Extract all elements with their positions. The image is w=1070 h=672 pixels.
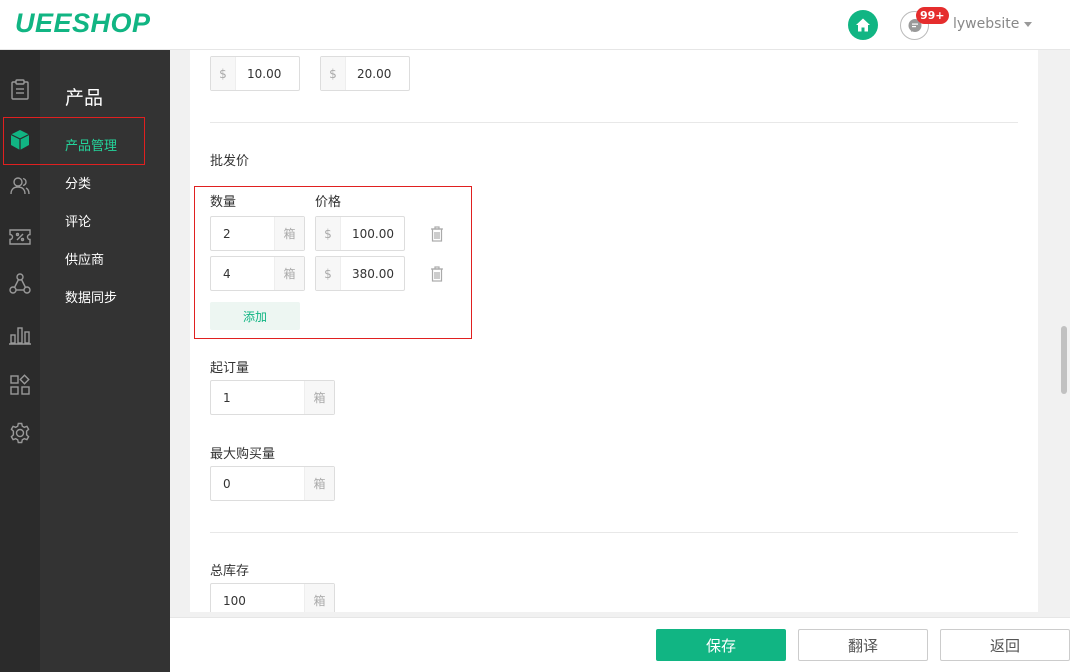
wholesale-label: 批发价 (210, 154, 250, 169)
scrollbar-thumb[interactable] (1061, 326, 1067, 394)
max-qty-value[interactable]: 0 (211, 467, 304, 500)
chevron-down-icon[interactable] (1024, 22, 1032, 27)
discount-icon (9, 229, 31, 245)
submenu-item-reviews[interactable]: 评论 (65, 211, 91, 230)
share-icon (9, 273, 31, 294)
divider (210, 532, 1018, 533)
submenu-item-data-sync[interactable]: 数据同步 (65, 287, 117, 306)
stock-value[interactable]: 100 (211, 584, 304, 612)
price-value[interactable]: 20.00 (346, 57, 409, 90)
moq-label: 起订量 (210, 361, 250, 376)
home-button[interactable] (848, 10, 878, 40)
action-bar: 保存 翻译 返回 (170, 617, 1070, 672)
back-button[interactable]: 返回 (940, 629, 1070, 661)
nav-statistics[interactable] (0, 315, 40, 355)
price-input[interactable]: $ 20.00 (320, 56, 410, 91)
orders-icon (11, 79, 29, 100)
highlight-box-menu (3, 117, 145, 165)
message-count-badge: 99+ (916, 7, 949, 24)
nav-distribution[interactable] (0, 264, 40, 304)
settings-icon (10, 422, 30, 444)
unit-label: 箱 (304, 381, 334, 414)
nav-discount[interactable] (0, 217, 40, 257)
submenu-item-supplier[interactable]: 供应商 (65, 249, 104, 268)
highlight-box-wholesale (194, 186, 472, 339)
submenu-title: 产品 (65, 87, 104, 109)
stock-input[interactable]: 100 箱 (210, 583, 335, 612)
stats-icon (9, 327, 31, 345)
top-bar: UEESHOP 99+ lywebsite (0, 0, 1070, 50)
moq-input[interactable]: 1 箱 (210, 380, 335, 415)
currency-symbol: $ (211, 57, 236, 90)
save-button[interactable]: 保存 (656, 629, 786, 661)
max-qty-label: 最大购买量 (210, 447, 276, 462)
price-value[interactable]: 10.00 (236, 57, 299, 90)
price-input[interactable]: $ 10.00 (210, 56, 300, 91)
logo[interactable]: UEESHOP (15, 8, 151, 39)
nav-apps[interactable] (0, 365, 40, 405)
stock-label: 总库存 (210, 564, 250, 579)
users-icon (10, 177, 30, 195)
apps-icon (10, 374, 30, 395)
moq-value[interactable]: 1 (211, 381, 304, 414)
username[interactable]: lywebsite (953, 16, 1019, 32)
unit-label: 箱 (304, 584, 334, 612)
translate-button[interactable]: 翻译 (798, 629, 928, 661)
home-icon (856, 18, 870, 32)
unit-label: 箱 (304, 467, 334, 500)
divider (210, 122, 1018, 123)
nav-settings[interactable] (0, 413, 40, 453)
nav-users[interactable] (0, 166, 40, 206)
max-qty-input[interactable]: 0 箱 (210, 466, 335, 501)
submenu-item-category[interactable]: 分类 (65, 173, 91, 192)
currency-symbol: $ (321, 57, 346, 90)
nav-orders[interactable] (0, 70, 40, 110)
